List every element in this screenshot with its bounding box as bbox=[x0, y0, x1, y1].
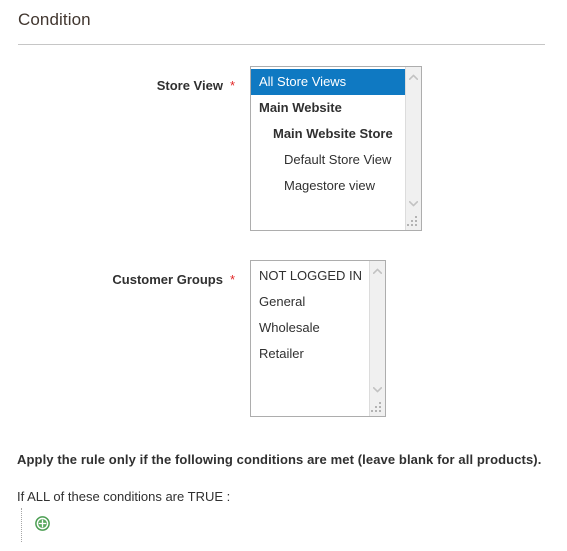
scroll-down-icon[interactable] bbox=[406, 196, 421, 212]
store-view-options-list[interactable]: All Store Views Main Website Main Website … bbox=[251, 67, 405, 230]
store-view-label-text: Store View bbox=[156, 78, 223, 93]
scroll-up-icon[interactable] bbox=[406, 69, 421, 85]
store-view-scrollbar[interactable] bbox=[405, 67, 421, 230]
conditions-instructions: Apply the rule only if the following con… bbox=[17, 452, 542, 467]
customer-groups-required-asterisk: * bbox=[229, 272, 235, 287]
store-view-option[interactable]: Magestore view bbox=[251, 173, 405, 199]
conditions-middle: of these conditions are bbox=[53, 489, 185, 504]
condition-aggregator-link[interactable]: ALL bbox=[27, 489, 50, 504]
scroll-down-icon[interactable] bbox=[370, 382, 385, 398]
customer-groups-scrollbar[interactable] bbox=[369, 261, 385, 416]
resize-grip-icon[interactable] bbox=[371, 402, 384, 415]
store-view-option[interactable]: Default Store View bbox=[251, 147, 405, 173]
scroll-up-icon[interactable] bbox=[370, 263, 385, 279]
plus-circle-icon[interactable] bbox=[35, 516, 50, 531]
customer-groups-option[interactable]: General bbox=[251, 289, 369, 315]
customer-groups-option[interactable]: Wholesale bbox=[251, 315, 369, 341]
store-view-required-asterisk: * bbox=[229, 78, 235, 93]
conditions-children-container bbox=[21, 508, 241, 542]
store-view-option[interactable]: Main Website bbox=[251, 95, 405, 121]
conditions-rule-line: If ALL of these conditions are TRUE : bbox=[17, 489, 230, 504]
customer-groups-field-row: Customer Groups * NOT LOGGED IN General Who… bbox=[0, 260, 386, 417]
customer-groups-multiselect[interactable]: NOT LOGGED IN General Wholesale Retailer bbox=[250, 260, 386, 417]
customer-groups-control: NOT LOGGED IN General Wholesale Retailer bbox=[250, 260, 386, 417]
customer-groups-label: Customer Groups * bbox=[0, 260, 235, 288]
store-view-label: Store View * bbox=[0, 66, 235, 94]
customer-groups-label-text: Customer Groups bbox=[112, 272, 223, 287]
customer-groups-options-list[interactable]: NOT LOGGED IN General Wholesale Retailer bbox=[251, 261, 369, 416]
store-view-multiselect[interactable]: All Store Views Main Website Main Website … bbox=[250, 66, 422, 231]
resize-grip-icon[interactable] bbox=[407, 216, 420, 229]
condition-value-link[interactable]: TRUE bbox=[188, 489, 223, 504]
page-title: Condition bbox=[18, 10, 91, 29]
conditions-prefix: If bbox=[17, 489, 25, 504]
store-view-option[interactable]: Main Website Store bbox=[251, 121, 405, 147]
customer-groups-option[interactable]: NOT LOGGED IN bbox=[251, 263, 369, 289]
customer-groups-option[interactable]: Retailer bbox=[251, 341, 369, 367]
section-divider bbox=[18, 44, 545, 45]
conditions-suffix: : bbox=[226, 489, 231, 504]
store-view-field-row: Store View * All Store Views Main Website M… bbox=[0, 66, 422, 231]
store-view-option[interactable]: All Store Views bbox=[251, 69, 405, 95]
store-view-control: All Store Views Main Website Main Website … bbox=[250, 66, 422, 231]
